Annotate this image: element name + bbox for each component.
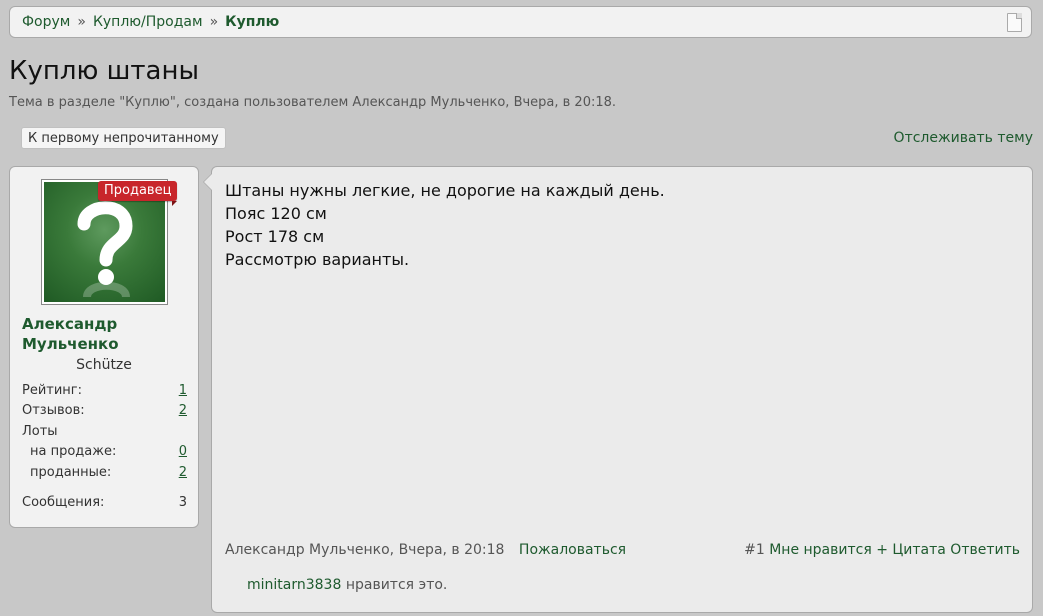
report-link[interactable]: Пожаловаться bbox=[519, 542, 626, 558]
post-content: Штаны нужны легкие, не дорогие на каждый… bbox=[203, 166, 1033, 613]
post-meta[interactable]: Александр Мульченко, Вчера, в 20:18 bbox=[225, 542, 504, 558]
seller-badge: Продавец bbox=[98, 181, 178, 206]
breadcrumb-buy[interactable]: Куплю bbox=[225, 14, 279, 30]
watch-thread-link[interactable]: Отслеживать тему bbox=[894, 130, 1033, 146]
on-sale-value[interactable]: 0 bbox=[179, 444, 187, 459]
sold-stat: проданные: 2 bbox=[30, 465, 187, 480]
reviews-value[interactable]: 2 bbox=[179, 403, 187, 418]
page-title: Куплю штаны bbox=[9, 56, 200, 86]
breadcrumb-buy-sell[interactable]: Куплю/Продам bbox=[93, 14, 203, 30]
rating-stat: Рейтинг: 1 bbox=[22, 383, 187, 398]
messages-stat: Сообщения: 3 bbox=[22, 495, 187, 510]
post-line: Рост 178 см bbox=[225, 227, 325, 246]
likes-summary: minitarn3838 нравится это. bbox=[247, 577, 447, 593]
liker-link[interactable]: minitarn3838 bbox=[247, 577, 341, 593]
breadcrumb-separator: » bbox=[77, 14, 86, 30]
reply-button[interactable]: Ответить bbox=[950, 542, 1020, 558]
lots-heading: Лоты bbox=[22, 424, 187, 439]
user-card: Продавец Александр Мульченко Schütze Рей… bbox=[9, 166, 199, 528]
breadcrumb: Форум » Куплю/Продам » Куплю bbox=[9, 6, 1032, 38]
post-line: Рассмотрю варианты. bbox=[225, 250, 410, 269]
reviews-label: Отзывов: bbox=[22, 403, 85, 418]
user-title: Schütze bbox=[76, 357, 132, 373]
post-line: Пояс 120 см bbox=[225, 204, 327, 223]
likes-text: нравится это. bbox=[341, 577, 448, 593]
messages-label: Сообщения: bbox=[22, 495, 105, 510]
like-button[interactable]: Мне нравится bbox=[769, 542, 872, 558]
rating-value[interactable]: 1 bbox=[179, 383, 187, 398]
breadcrumb-separator: » bbox=[209, 14, 219, 30]
on-sale-label: на продаже: bbox=[30, 444, 117, 459]
lots-label: Лоты bbox=[22, 424, 58, 439]
post-actions: #1 Мне нравится + Цитата Ответить bbox=[734, 542, 1020, 558]
page-icon[interactable] bbox=[1007, 13, 1022, 32]
sold-value[interactable]: 2 bbox=[179, 465, 187, 480]
rating-label: Рейтинг: bbox=[22, 383, 83, 398]
post-number[interactable]: #1 bbox=[744, 542, 765, 558]
reviews-stat: Отзывов: 2 bbox=[22, 403, 187, 418]
thread-subtitle: Тема в разделе "Куплю", создана пользова… bbox=[9, 95, 617, 110]
breadcrumb-forum[interactable]: Форум bbox=[22, 14, 70, 30]
on-sale-stat: на продаже: 0 bbox=[30, 444, 187, 459]
first-unread-button[interactable]: К первому непрочитанному bbox=[21, 127, 226, 149]
post-body: Штаны нужны легкие, не дорогие на каждый… bbox=[225, 179, 665, 271]
post-line: Штаны нужны легкие, не дорогие на каждый… bbox=[225, 181, 665, 200]
sold-label: проданные: bbox=[30, 465, 112, 480]
username-link[interactable]: Александр Мульченко bbox=[22, 314, 192, 354]
post-footer: Александр Мульченко, Вчера, в 20:18 Пожа… bbox=[225, 542, 1020, 558]
quote-button[interactable]: + Цитата bbox=[876, 542, 946, 558]
messages-value: 3 bbox=[178, 495, 187, 510]
